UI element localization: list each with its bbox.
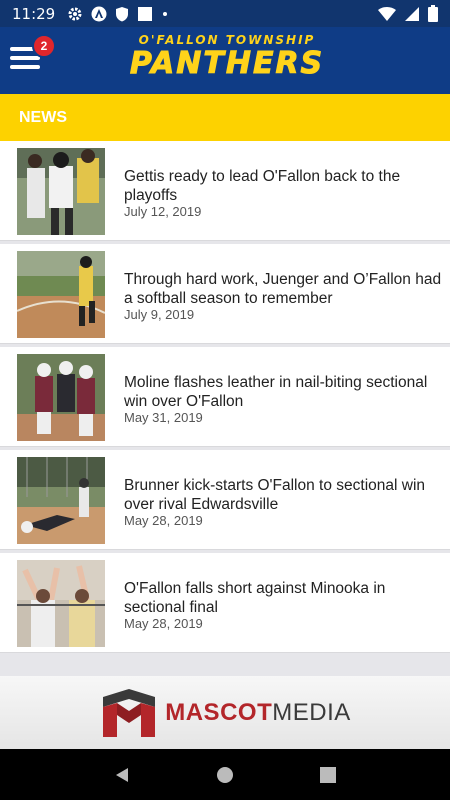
news-thumbnail	[17, 560, 105, 647]
news-item[interactable]: Brunner kick-starts O'Fallon to sectiona…	[0, 450, 450, 550]
news-date: July 9, 2019	[124, 307, 195, 322]
news-date: July 12, 2019	[124, 204, 202, 219]
section-title: NEWS	[19, 108, 67, 126]
news-thumbnail	[17, 354, 105, 441]
footer-brand-part1: MASCOT	[165, 698, 273, 726]
recents-button[interactable]	[316, 763, 340, 787]
footer-brand-part2: MEDIA	[272, 698, 351, 726]
news-title: O'Fallon falls short against Minooka in …	[124, 580, 386, 616]
sponsor-banner[interactable]: MASCOTMEDIA	[0, 676, 450, 749]
notification-badge[interactable]: 2	[32, 34, 56, 58]
square-icon	[137, 6, 153, 22]
brand-logo: O'FALLON TOWNSHIP PANTHERS	[92, 33, 362, 89]
hamburger-bar	[10, 65, 40, 69]
home-button[interactable]	[213, 763, 237, 787]
section-header: NEWS	[0, 94, 450, 141]
brand-title: PANTHERS	[129, 46, 325, 81]
news-list: Gettis ready to lead O'Fallon back to th…	[0, 141, 450, 656]
shield-icon	[115, 6, 129, 22]
settings-icon	[67, 6, 83, 22]
news-item[interactable]: Through hard work, Juenger and O’Fallon …	[0, 244, 450, 344]
news-item[interactable]: O'Fallon falls short against Minooka in …	[0, 553, 450, 653]
news-date: May 28, 2019	[124, 616, 203, 631]
home-circle-icon	[216, 766, 233, 783]
status-bar: 11:29	[0, 0, 450, 27]
app-header: 2 O'FALLON TOWNSHIP PANTHERS	[0, 27, 450, 94]
news-title: Through hard work, Juenger and O’Fallon …	[124, 271, 442, 307]
news-item[interactable]: Moline flashes leather in nail-biting se…	[0, 347, 450, 447]
news-title: Brunner kick-starts O'Fallon to sectiona…	[124, 477, 426, 513]
mascot-media-logo: MASCOTMEDIA	[99, 687, 351, 739]
news-date: May 28, 2019	[124, 513, 203, 528]
news-thumbnail	[17, 457, 105, 544]
status-time: 11:29	[12, 4, 56, 23]
hamburger-bar	[10, 56, 40, 60]
app-notification-icon	[91, 6, 107, 22]
news-date: May 31, 2019	[124, 410, 203, 425]
mascot-media-m-icon	[103, 688, 156, 737]
wifi-icon	[378, 6, 396, 22]
dot-icon	[161, 10, 169, 18]
news-title: Moline flashes leather in nail-biting se…	[124, 374, 428, 410]
signal-icon	[404, 6, 420, 22]
system-nav-bar	[0, 749, 450, 800]
back-button[interactable]	[110, 763, 134, 787]
news-item[interactable]: Gettis ready to lead O'Fallon back to th…	[0, 141, 450, 241]
recents-square-icon	[320, 766, 337, 783]
brand-subtitle: O'FALLON TOWNSHIP	[138, 33, 316, 47]
news-thumbnail	[17, 148, 105, 235]
back-triangle-icon	[115, 767, 128, 782]
news-title: Gettis ready to lead O'Fallon back to th…	[124, 168, 401, 204]
battery-icon	[428, 5, 438, 22]
news-thumbnail	[17, 251, 105, 338]
